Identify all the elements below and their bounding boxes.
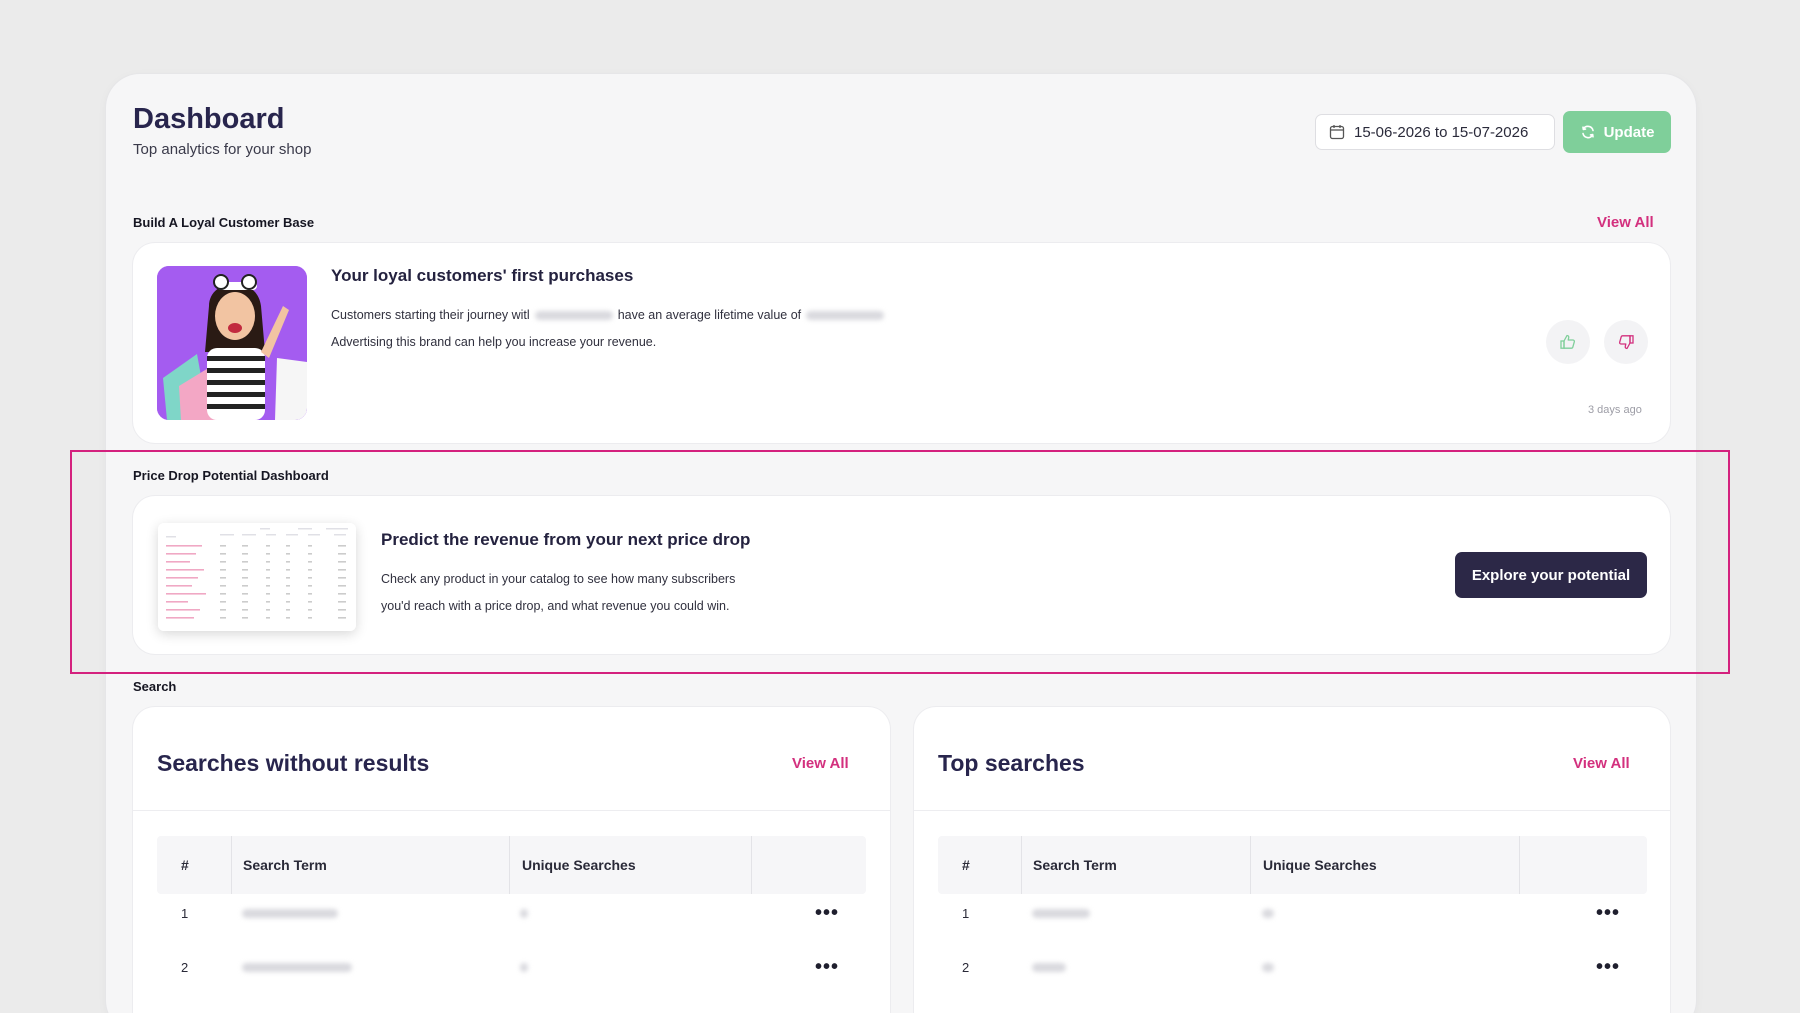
- row-more-button[interactable]: •••: [815, 903, 839, 923]
- column-separator: [751, 836, 752, 894]
- column-separator: [1250, 836, 1251, 894]
- column-header-unique-searches[interactable]: Unique Searches: [1263, 836, 1377, 894]
- section-label-loyal: Build A Loyal Customer Base: [133, 215, 315, 230]
- update-button-label: Update: [1603, 123, 1655, 141]
- thumbs-down-icon: [1618, 335, 1634, 350]
- price-drop-highlight-frame: [70, 450, 1730, 674]
- card-divider: [914, 810, 1670, 811]
- loyal-desc-part2: have an average lifetime value of: [617, 308, 802, 322]
- column-separator: [231, 836, 232, 894]
- column-separator: [1519, 836, 1520, 894]
- row-more-button[interactable]: •••: [1596, 903, 1620, 923]
- top-searches-view-all-link[interactable]: View All: [1573, 755, 1630, 772]
- table-row-index: 2: [181, 960, 189, 975]
- shopper-illustration: [157, 266, 307, 420]
- redacted-count: [520, 963, 528, 972]
- date-range-picker[interactable]: 15-06-2026 to 15-07-2026: [1315, 114, 1555, 150]
- loyal-view-all-link[interactable]: View All: [1597, 214, 1654, 231]
- column-header-search-term[interactable]: Search Term: [1033, 836, 1117, 894]
- thumbs-up-icon: [1560, 334, 1576, 349]
- column-header-search-term[interactable]: Search Term: [243, 836, 327, 894]
- row-more-button[interactable]: •••: [815, 957, 839, 977]
- loyal-card-timestamp: 3 days ago: [1588, 404, 1642, 416]
- column-header-unique-searches[interactable]: Unique Searches: [522, 836, 636, 894]
- thumbs-down-button[interactable]: [1604, 320, 1648, 364]
- update-button[interactable]: Update: [1563, 111, 1671, 153]
- top-searches-title: Top searches: [938, 750, 1085, 776]
- searches-without-results-title: Searches without results: [157, 750, 430, 776]
- no-results-view-all-link[interactable]: View All: [792, 755, 849, 772]
- column-separator: [1021, 836, 1022, 894]
- redacted-value: [806, 311, 885, 321]
- calendar-icon: [1329, 125, 1345, 140]
- column-header-index: #: [181, 857, 189, 873]
- page-subtitle: Top analytics for your shop: [133, 141, 312, 158]
- redacted-count: [1262, 909, 1274, 918]
- page-title: Dashboard: [133, 103, 285, 135]
- column-header-index: #: [962, 857, 970, 873]
- top-searches-table-header: # Search Term Unique Searches: [938, 836, 1647, 894]
- table-row-index: 1: [181, 906, 189, 921]
- redacted-search-term: [242, 909, 338, 918]
- redacted-brand: [534, 311, 613, 321]
- date-range-value: 15-06-2026 to 15-07-2026: [1354, 123, 1529, 141]
- thumbs-up-button[interactable]: [1546, 320, 1590, 364]
- redacted-count: [520, 909, 528, 918]
- loyal-desc-part1: Customers starting their journey witl: [331, 308, 530, 322]
- section-label-search: Search: [133, 679, 177, 694]
- redacted-search-term: [1032, 963, 1066, 972]
- loyal-card-description-2: Advertising this brand can help you incr…: [331, 335, 657, 349]
- redacted-search-term: [1032, 909, 1090, 918]
- table-row-index: 1: [962, 906, 970, 921]
- redacted-count: [1262, 963, 1274, 972]
- row-more-button[interactable]: •••: [1596, 957, 1620, 977]
- table-row-index: 2: [962, 960, 970, 975]
- loyal-card-title: Your loyal customers' first purchases: [331, 266, 634, 285]
- card-divider: [133, 810, 890, 811]
- redacted-search-term: [242, 963, 352, 972]
- column-separator: [509, 836, 510, 894]
- no-results-table-header: # Search Term Unique Searches: [157, 836, 866, 894]
- refresh-icon: [1581, 125, 1594, 139]
- loyal-card-description: Customers starting their journey witl hav…: [331, 308, 889, 322]
